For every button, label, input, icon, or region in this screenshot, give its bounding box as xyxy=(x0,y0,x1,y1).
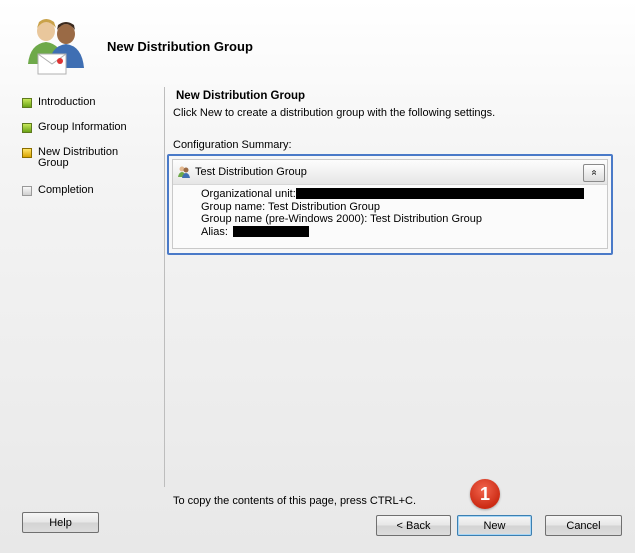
vertical-divider xyxy=(164,87,165,487)
step-active-icon xyxy=(22,148,32,158)
step-label: New Distribution Group xyxy=(38,146,119,169)
help-button[interactable]: Help xyxy=(22,512,99,533)
summary-header: Test Distribution Group » xyxy=(173,160,607,185)
redacted-alias xyxy=(232,225,309,237)
step-label: Completion xyxy=(38,184,94,196)
summary-row-group-name: Group name: Test Distribution Group xyxy=(201,200,380,213)
summary-row-group-name-pre2000: Group name (pre-Windows 2000): Test Dist… xyxy=(201,213,483,225)
summary-details: Organizational unit: Group name: Test Di… xyxy=(201,188,584,238)
copy-hint: To copy the contents of this page, press… xyxy=(173,495,417,507)
group-users-icon xyxy=(28,19,84,75)
back-button[interactable]: < Back xyxy=(376,515,451,536)
step-pending-icon xyxy=(22,186,32,196)
annotation-badge: 1 xyxy=(470,479,500,509)
step-new-distribution-group: New Distribution Group xyxy=(22,147,138,169)
cancel-button[interactable]: Cancel xyxy=(545,515,622,536)
chevron-up-icon: » xyxy=(588,169,600,176)
redacted-org-unit xyxy=(295,188,584,199)
summary-header-title: Test Distribution Group xyxy=(195,166,307,178)
configuration-summary-label: Configuration Summary: xyxy=(173,139,292,151)
configuration-summary-box: Test Distribution Group » Organizational… xyxy=(167,154,613,255)
step-group-information: Group Information xyxy=(22,122,138,133)
step-complete-icon xyxy=(22,123,32,133)
step-label: Introduction xyxy=(38,96,96,108)
step-label: Group Information xyxy=(38,121,127,133)
collapse-button[interactable]: » xyxy=(583,164,605,182)
group-icon xyxy=(178,166,190,178)
step-introduction: Introduction xyxy=(22,97,138,108)
new-button[interactable]: New xyxy=(457,515,532,536)
org-unit-label: Organizational unit: xyxy=(201,188,296,200)
wizard-header: New Distribution Group xyxy=(0,0,635,84)
wizard-title: New Distribution Group xyxy=(107,39,253,54)
summary-panel: Test Distribution Group » Organizational… xyxy=(172,159,608,249)
alias-label: Alias: xyxy=(201,225,228,238)
step-complete-icon xyxy=(22,98,32,108)
page-title: New Distribution Group xyxy=(176,90,306,102)
page-description: Click New to create a distribution group… xyxy=(173,107,496,119)
summary-row-alias: Alias: xyxy=(201,225,584,239)
summary-row-org-unit: Organizational unit: xyxy=(201,188,584,201)
step-completion: Completion xyxy=(22,185,138,196)
